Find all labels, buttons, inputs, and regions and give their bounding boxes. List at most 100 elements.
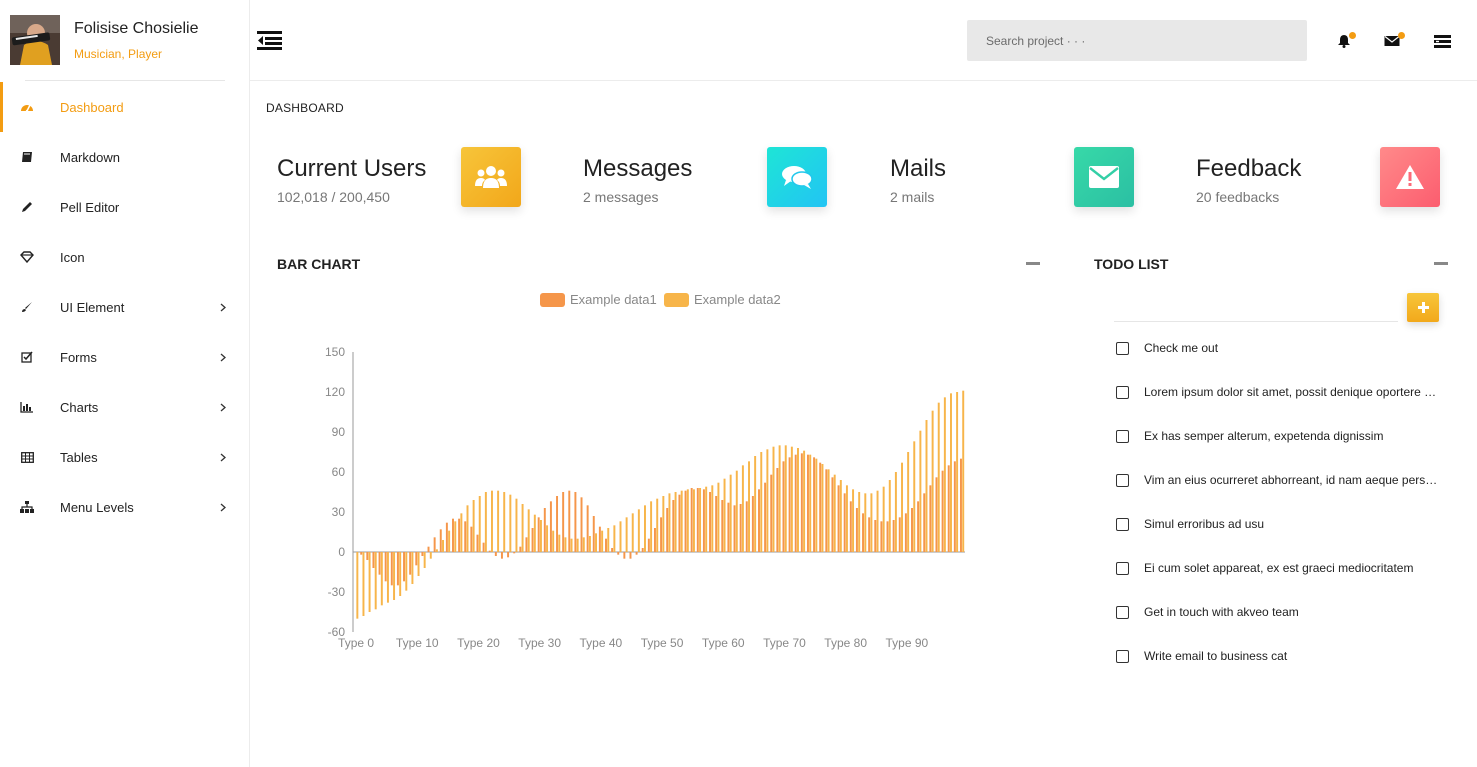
bar-2[interactable]	[803, 450, 806, 552]
bar-2[interactable]	[552, 530, 555, 552]
bar-2[interactable]	[852, 489, 855, 552]
bar-2[interactable]	[962, 390, 965, 552]
mail-icon[interactable]	[1382, 31, 1405, 51]
bar-1[interactable]	[372, 552, 375, 568]
bar-2[interactable]	[760, 452, 763, 552]
bar-1[interactable]	[831, 477, 834, 552]
bar-2[interactable]	[448, 530, 451, 552]
bar-1[interactable]	[390, 552, 393, 586]
bar-1[interactable]	[586, 505, 589, 552]
bar-1[interactable]	[770, 474, 773, 552]
bar-2[interactable]	[411, 552, 414, 584]
bar-1[interactable]	[653, 528, 656, 552]
bar-1[interactable]	[929, 485, 932, 552]
bar-1[interactable]	[868, 517, 871, 552]
bar-1[interactable]	[880, 521, 883, 552]
bar-1[interactable]	[758, 489, 760, 552]
sidebar-item-forms[interactable]: Forms	[0, 332, 250, 382]
bar-2[interactable]	[748, 461, 750, 552]
bar-1[interactable]	[727, 502, 730, 552]
bar-1[interactable]	[788, 457, 791, 552]
bar-1[interactable]	[941, 470, 944, 552]
bar-2[interactable]	[674, 492, 677, 552]
bar-2[interactable]	[393, 552, 396, 600]
bar-1[interactable]	[513, 552, 516, 554]
bar-1[interactable]	[531, 528, 534, 552]
bar-2[interactable]	[588, 536, 591, 552]
bar-1[interactable]	[745, 501, 748, 552]
bar-2[interactable]	[754, 456, 757, 552]
bar-2[interactable]	[699, 488, 702, 552]
bar-1[interactable]	[562, 492, 565, 552]
bar-2[interactable]	[692, 489, 695, 552]
bar-1[interactable]	[543, 508, 546, 552]
bar-1[interactable]	[923, 493, 926, 552]
bar-1[interactable]	[702, 489, 705, 552]
bar-1[interactable]	[415, 552, 418, 566]
search-input[interactable]	[967, 20, 1307, 61]
todo-checkbox[interactable]	[1116, 606, 1129, 619]
bar-1[interactable]	[617, 552, 620, 555]
bar-2[interactable]	[637, 509, 640, 552]
bar-2[interactable]	[864, 493, 867, 552]
bar-2[interactable]	[711, 485, 714, 552]
bar-2[interactable]	[809, 454, 812, 552]
bar-2[interactable]	[405, 552, 408, 591]
bar-1[interactable]	[764, 482, 767, 552]
bar-1[interactable]	[574, 492, 577, 552]
bar-2[interactable]	[735, 470, 738, 552]
bar-1[interactable]	[837, 485, 840, 552]
bar-2[interactable]	[956, 392, 959, 552]
bar-2[interactable]	[460, 513, 463, 552]
bar-2[interactable]	[845, 485, 848, 552]
bar-2[interactable]	[442, 540, 444, 552]
todo-checkbox[interactable]	[1116, 562, 1129, 575]
bar-1[interactable]	[690, 488, 693, 552]
bar-1[interactable]	[641, 548, 644, 552]
bar-2[interactable]	[472, 500, 475, 552]
bar-2[interactable]	[417, 552, 420, 576]
bar-1[interactable]	[678, 494, 681, 552]
todo-checkbox[interactable]	[1116, 650, 1129, 663]
bar-2[interactable]	[650, 501, 653, 552]
bar-2[interactable]	[423, 552, 426, 568]
sidebar-item-pell-editor[interactable]: Pell Editor	[0, 182, 250, 232]
bar-1[interactable]	[959, 458, 962, 552]
bar-1[interactable]	[476, 534, 479, 552]
bar-1[interactable]	[800, 453, 803, 552]
bar-2[interactable]	[582, 537, 585, 552]
sidebar-item-dashboard[interactable]: Dashboard	[0, 82, 250, 132]
bar-1[interactable]	[635, 552, 638, 555]
bar-2[interactable]	[950, 393, 952, 552]
bar-1[interactable]	[470, 526, 473, 552]
bar-1[interactable]	[427, 546, 430, 552]
bar-1[interactable]	[537, 517, 540, 552]
bar-1[interactable]	[825, 469, 828, 552]
bar-2[interactable]	[491, 490, 493, 552]
bar-2[interactable]	[772, 446, 775, 552]
bar-1[interactable]	[917, 501, 920, 552]
bar-2[interactable]	[870, 493, 873, 552]
bar-2[interactable]	[668, 493, 671, 552]
bar-2[interactable]	[607, 528, 610, 552]
bar-1[interactable]	[794, 454, 797, 552]
bar-1[interactable]	[935, 477, 938, 552]
bar-2[interactable]	[894, 472, 897, 552]
bar-2[interactable]	[454, 521, 457, 552]
bar-2[interactable]	[656, 498, 659, 552]
bar-2[interactable]	[515, 498, 518, 552]
bar-2[interactable]	[741, 465, 744, 552]
bar-2[interactable]	[497, 490, 500, 552]
bar-2[interactable]	[625, 517, 628, 552]
bar-2[interactable]	[558, 534, 561, 552]
bar-2[interactable]	[913, 441, 916, 552]
bar-2[interactable]	[399, 552, 402, 596]
new-todo-input[interactable]	[1114, 300, 1398, 322]
bar-1[interactable]	[439, 529, 442, 552]
minimize-icon[interactable]	[1434, 262, 1448, 265]
bar-2[interactable]	[766, 449, 769, 552]
bar-2[interactable]	[778, 445, 781, 552]
bar-2[interactable]	[484, 492, 487, 552]
bar-1[interactable]	[911, 508, 913, 552]
todo-checkbox[interactable]	[1116, 386, 1129, 399]
